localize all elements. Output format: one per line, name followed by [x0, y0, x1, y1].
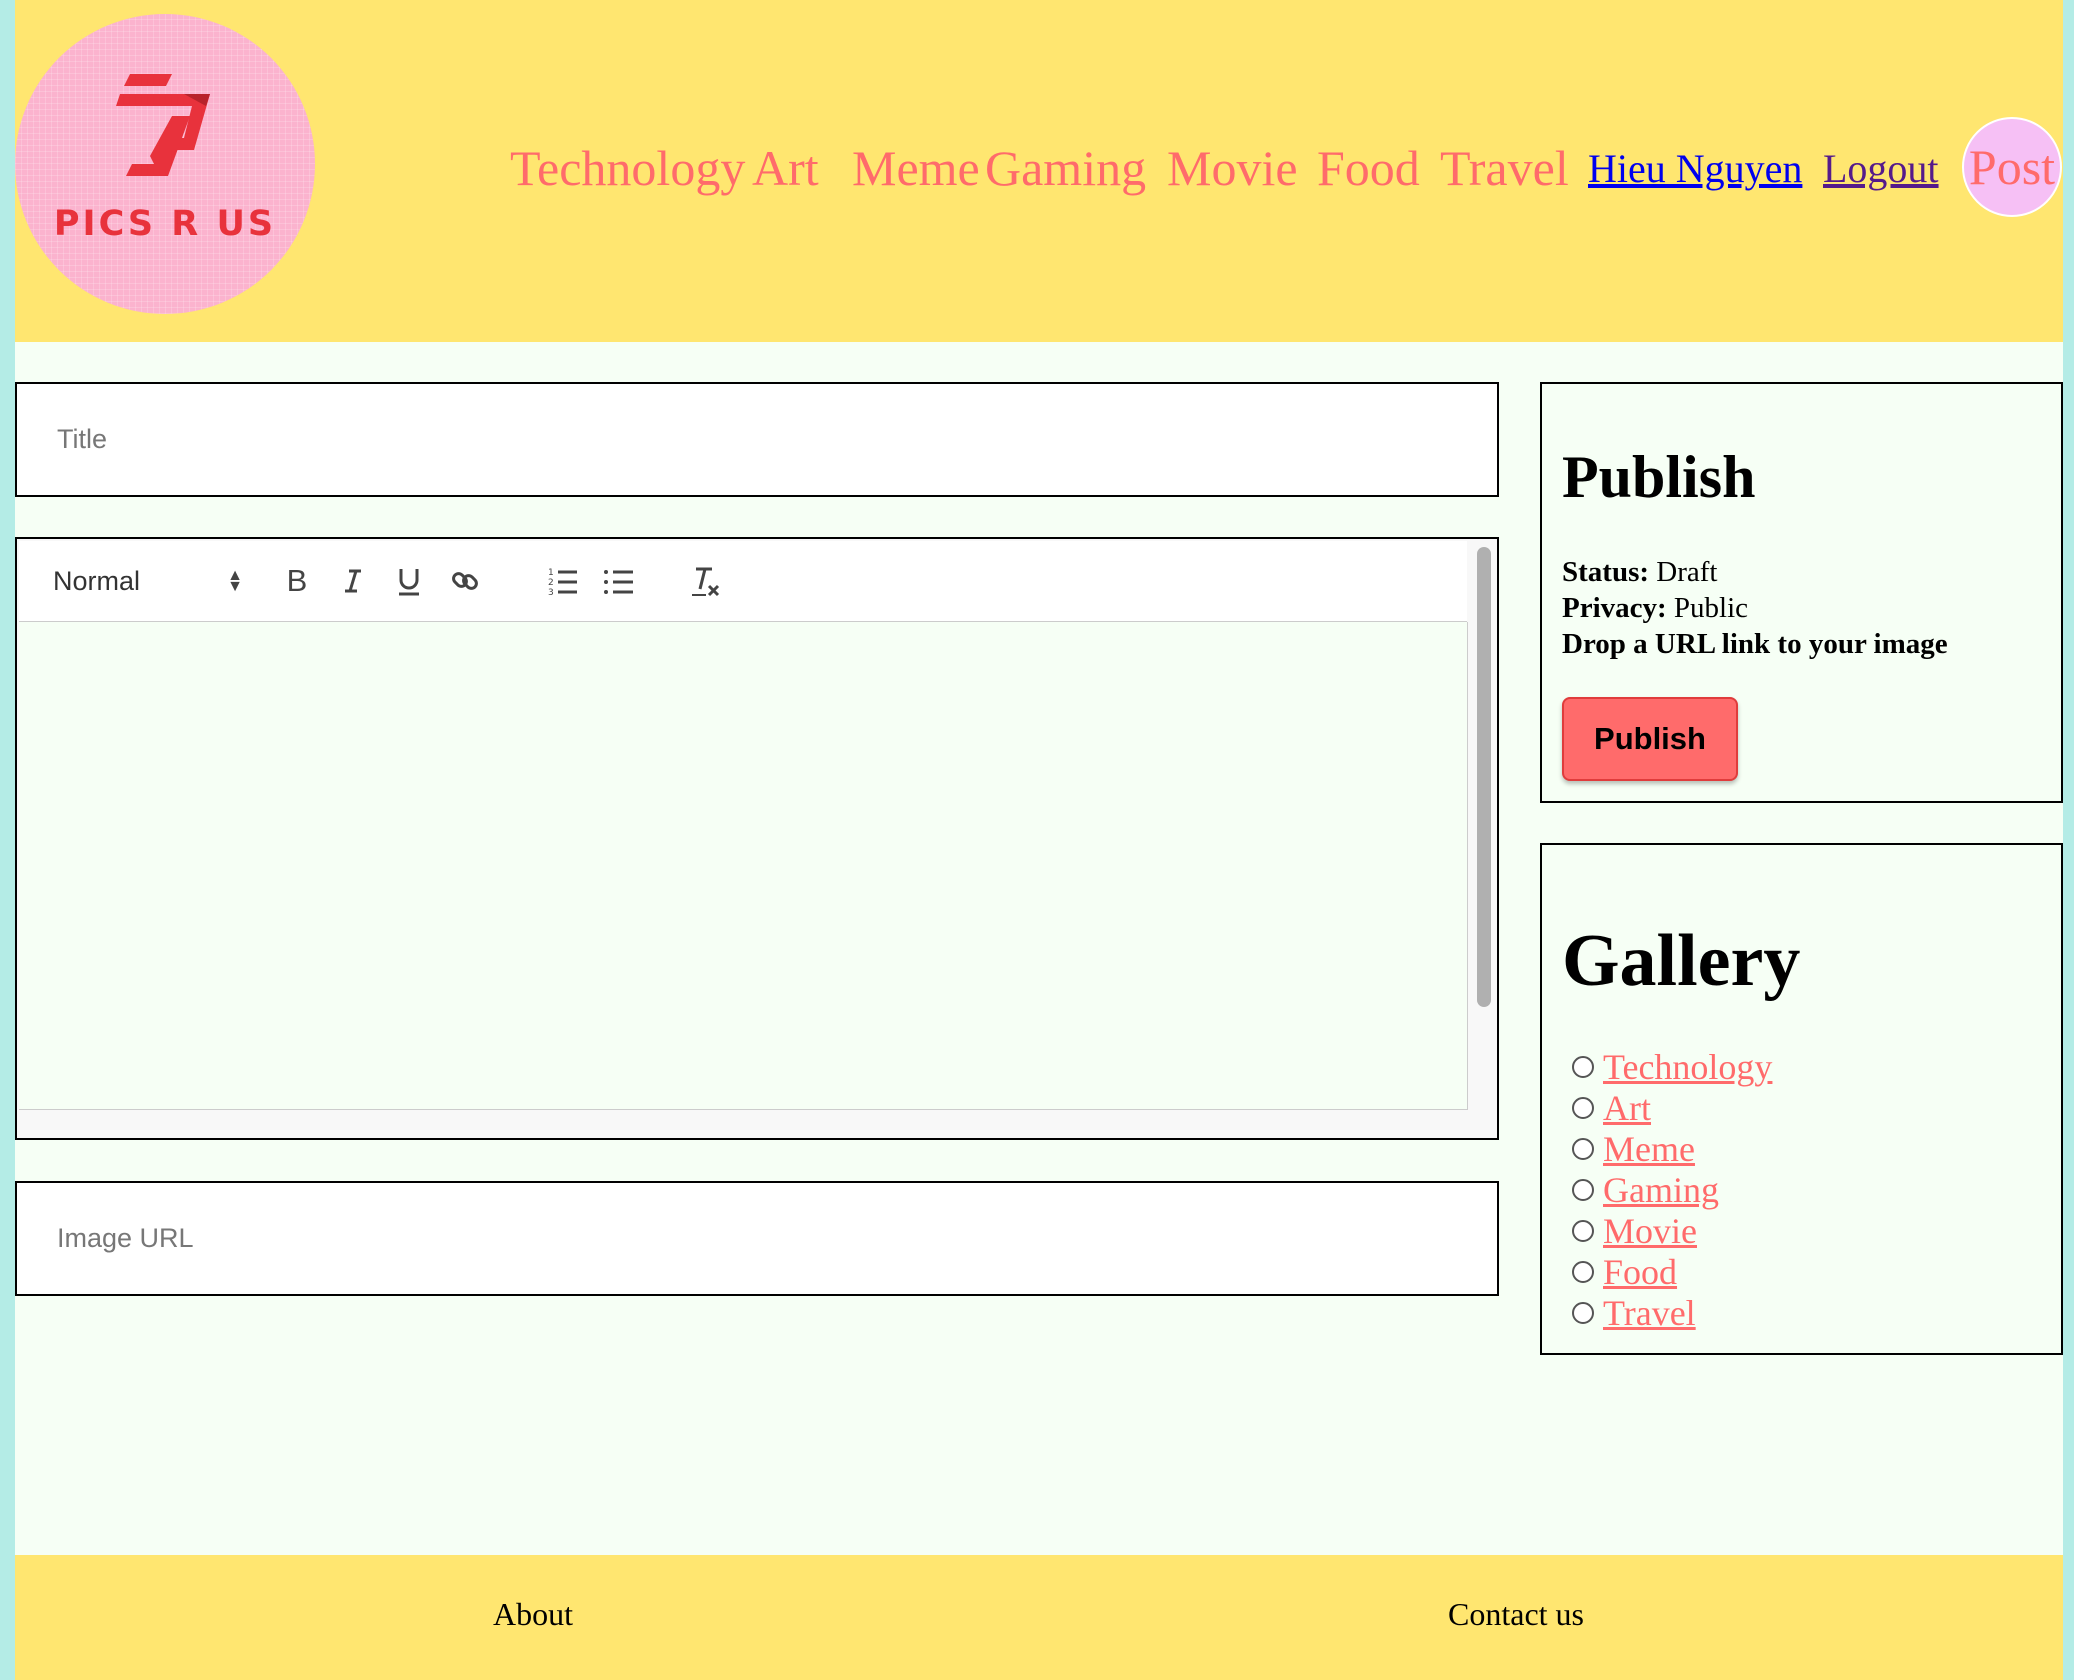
gallery-link-art[interactable]: Art: [1603, 1087, 1651, 1129]
logo-text: PICS R US: [53, 204, 277, 244]
gallery-option-art[interactable]: Art: [1572, 1087, 1651, 1128]
editor-toolbar: Normal ▲ ▼ B 123: [19, 541, 1467, 622]
radio-button[interactable]: [1572, 1096, 1594, 1119]
gallery-link-technology[interactable]: Technology: [1603, 1046, 1772, 1088]
status-line: Status: Draft: [1562, 554, 1717, 590]
publish-heading: Publish: [1562, 444, 1756, 510]
title-input[interactable]: [17, 384, 1497, 495]
page: PICS R US Technology Art Meme Gaming Mov…: [15, 0, 2063, 1680]
status-value: Draft: [1656, 556, 1718, 588]
nav-link-travel[interactable]: Travel: [1440, 138, 1569, 198]
footer-about-link[interactable]: About: [493, 1589, 573, 1639]
radio-button[interactable]: [1572, 1055, 1594, 1078]
image-url-field-box: [15, 1181, 1499, 1296]
nav-link-technology[interactable]: Technology: [510, 138, 745, 198]
rich-text-editor: Normal ▲ ▼ B 123: [15, 537, 1499, 1140]
footer-contact-link[interactable]: Contact us: [1448, 1589, 1584, 1639]
user-profile-link[interactable]: Hieu Nguyen: [1588, 144, 1802, 194]
title-field-box: [15, 382, 1499, 497]
gallery-link-food[interactable]: Food: [1603, 1251, 1677, 1293]
link-icon[interactable]: [441, 557, 489, 605]
gallery-option-food[interactable]: Food: [1572, 1251, 1677, 1292]
heading-format-value: Normal: [53, 566, 141, 596]
italic-icon[interactable]: [329, 557, 377, 605]
radio-button[interactable]: [1572, 1178, 1594, 1201]
post-button[interactable]: Post: [1962, 117, 2062, 217]
clear-format-icon[interactable]: [681, 557, 729, 605]
svg-text:3: 3: [548, 588, 554, 597]
logo[interactable]: PICS R US: [15, 14, 315, 314]
svg-text:2: 2: [548, 578, 554, 588]
heading-format-select[interactable]: Normal ▲ ▼: [53, 559, 243, 603]
bullet-list-icon[interactable]: [595, 557, 643, 605]
editor-scrollbar[interactable]: [1477, 547, 1491, 1007]
image-url-input[interactable]: [17, 1183, 1497, 1294]
select-arrows-icon: ▲ ▼: [227, 567, 243, 595]
nav-link-movie[interactable]: Movie: [1167, 138, 1298, 198]
gallery-option-travel[interactable]: Travel: [1572, 1292, 1696, 1333]
site-footer: About Contact us: [15, 1555, 2063, 1680]
gallery-link-meme[interactable]: Meme: [1603, 1128, 1695, 1170]
nav-link-art[interactable]: Art: [752, 138, 819, 198]
svg-text:1: 1: [548, 568, 554, 578]
logout-link[interactable]: Logout: [1823, 144, 1939, 194]
privacy-value: Public: [1673, 592, 1749, 624]
nav-link-food[interactable]: Food: [1317, 138, 1420, 198]
image-url-hint: Drop a URL link to your image: [1562, 628, 1948, 660]
gallery-option-gaming[interactable]: Gaming: [1572, 1169, 1719, 1210]
editor-content-area[interactable]: [19, 622, 1468, 1110]
privacy-label: Privacy:: [1562, 592, 1667, 624]
nav-link-gaming[interactable]: Gaming: [985, 138, 1146, 198]
publish-panel: Publish Status: Draft Privacy: Public Dr…: [1540, 382, 2063, 803]
gallery-link-movie[interactable]: Movie: [1603, 1210, 1697, 1252]
radio-button[interactable]: [1572, 1219, 1594, 1242]
status-label: Status:: [1562, 556, 1650, 588]
gallery-heading: Gallery: [1562, 920, 1801, 1002]
radio-button[interactable]: [1572, 1137, 1594, 1160]
radio-button[interactable]: [1572, 1260, 1594, 1283]
underline-icon[interactable]: [385, 557, 433, 605]
gallery-option-technology[interactable]: Technology: [1572, 1046, 1772, 1087]
nav-link-meme[interactable]: Meme: [852, 138, 980, 198]
publish-button[interactable]: Publish: [1562, 697, 1738, 781]
ordered-list-icon[interactable]: 123: [539, 557, 587, 605]
privacy-line: Privacy: Public: [1562, 590, 1748, 626]
logo-mark-icon: [116, 74, 210, 176]
gallery-link-travel[interactable]: Travel: [1603, 1292, 1696, 1334]
bold-icon[interactable]: B: [273, 557, 321, 605]
gallery-option-meme[interactable]: Meme: [1572, 1128, 1695, 1169]
gallery-panel: Gallery Technology Art Meme Gaming Movie…: [1540, 843, 2063, 1355]
gallery-link-gaming[interactable]: Gaming: [1603, 1169, 1719, 1211]
gallery-option-movie[interactable]: Movie: [1572, 1210, 1697, 1251]
radio-button[interactable]: [1572, 1301, 1594, 1324]
site-header: PICS R US Technology Art Meme Gaming Mov…: [15, 0, 2063, 342]
